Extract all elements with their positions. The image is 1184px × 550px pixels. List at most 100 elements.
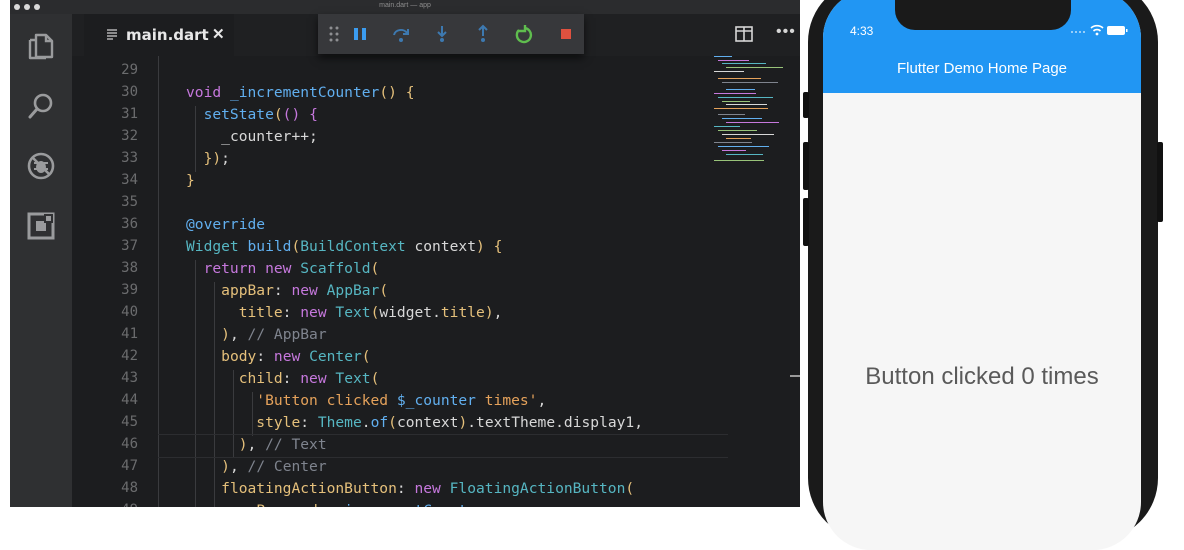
minimap-line [722,134,774,135]
window-title: main.dart — app [379,2,431,9]
status-icons [1071,24,1128,36]
minimap-line [718,130,757,131]
line-number: 41 [121,326,138,342]
line-number: 40 [121,304,138,320]
minimap-line [726,104,767,105]
battery-tip [1126,29,1128,32]
minimap-line [722,63,766,64]
code-line: appBar: new AppBar( [221,282,389,299]
line-number-gutter: 29 30 31 32 33 34 35 36 37 38 39 40 41 4… [72,56,138,507]
code-line: ), // Text [238,436,327,453]
step-out-icon[interactable] [473,24,493,44]
scrollbar-marker[interactable] [790,375,800,377]
minimap-line [722,150,746,151]
step-into-icon[interactable] [432,24,452,44]
minimap-line [722,82,778,83]
restart-icon[interactable] [514,24,534,44]
debug-toolbar [318,14,584,54]
split-editor-icon[interactable] [735,26,753,42]
code-line: body: new Center( [221,348,371,365]
minimap-line [726,154,763,155]
line-number: 35 [121,194,138,210]
code-editor-window: main.dart — app main.dart ✕ ••• 29 30 31… [10,0,800,507]
code-line: }); [203,150,230,167]
window-titlebar: main.dart — app [10,0,800,14]
minimap-line [714,56,732,57]
code-line: ), // Center [221,458,327,475]
pause-icon[interactable] [350,24,370,44]
line-number: 42 [121,348,138,364]
code-line: void _incrementCounter() { [186,84,415,101]
line-number: 38 [121,260,138,276]
line-number: 44 [121,392,138,408]
minimap-line [726,138,751,139]
phone-mute-switch [803,92,809,118]
code-line: setState(() { [203,106,318,123]
tab-close-icon[interactable]: ✕ [212,25,225,43]
status-time: 4:33 [850,24,874,38]
minimap-line [718,97,773,98]
phone-notch [895,0,1071,30]
minimap[interactable] [714,56,784,176]
counter-text: Button clicked 0 times [865,363,1099,390]
step-over-icon[interactable] [391,24,411,44]
line-number: 43 [121,370,138,386]
line-number: 33 [121,150,138,166]
minimap-line [722,118,762,119]
code-line: style: Theme.of(context).textTheme.displ… [256,414,644,431]
code-line: floatingActionButton: new FloatingAction… [221,480,635,497]
line-number: 39 [121,282,138,298]
line-number: 48 [121,480,138,496]
minimap-line [726,122,779,123]
more-actions-icon[interactable]: ••• [776,23,796,41]
battery-icon [1107,26,1125,35]
app-bar: 4:33 Flutter Demo Home Page [823,0,1141,93]
line-number: 45 [121,414,138,430]
code-line: @override [186,216,266,233]
code-area[interactable]: void _incrementCounter() { setState(() {… [158,56,738,507]
code-line: 'Button clicked $_counter times', [256,392,547,409]
line-number: 31 [121,106,138,122]
line-number: 49 [78,502,138,507]
minimap-line [718,78,761,79]
code-line: child: new Text( [238,370,380,387]
code-line: title: new Text(widget.title), [238,304,503,321]
extensions-icon[interactable] [26,211,56,241]
line-number: 29 [121,62,138,78]
minimap-line [726,89,755,90]
minimap-line [714,142,752,143]
code-line: } [186,172,195,189]
minimap-line [718,60,749,61]
minimap-line [714,126,740,127]
code-line: _counter++; [221,128,318,145]
line-number: 32 [121,128,138,144]
debug-icon[interactable] [26,151,56,181]
code-line: onPressed: _incrementCounter, [186,502,494,507]
tab-label: main.dart [126,26,209,44]
drag-handle-icon[interactable] [324,24,344,44]
code-line: ), // AppBar [221,326,327,343]
phone-volume-down-button [803,198,809,246]
line-number: 30 [121,84,138,100]
minimap-line [726,67,783,68]
search-icon[interactable] [26,91,56,121]
wifi-dot [1095,32,1099,36]
activity-bar [10,14,72,507]
code-line: return new Scaffold( [203,260,380,277]
stop-icon[interactable] [556,24,576,44]
line-number: 47 [121,458,138,474]
app-bar-title: Flutter Demo Home Page [896,60,1068,77]
minimap-line [722,101,750,102]
line-number: 34 [121,172,138,188]
signal-icon [1071,31,1085,33]
minimap-line [718,146,769,147]
explorer-icon[interactable] [26,31,56,61]
wifi-icon [1090,24,1104,32]
phone-volume-up-button [803,142,809,190]
line-number: 46 [121,436,138,452]
minimap-line [714,93,756,94]
minimap-line [718,114,745,115]
line-number: 37 [121,238,138,254]
tab-main-dart[interactable]: main.dart ✕ [84,14,234,56]
code-line: Widget build(BuildContext context) { [186,238,503,255]
